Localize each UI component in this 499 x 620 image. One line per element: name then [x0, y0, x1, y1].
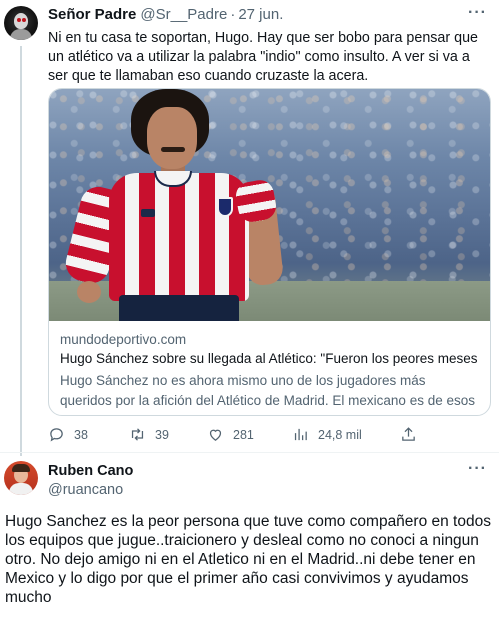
tweet-divider: [0, 452, 499, 453]
avatar-hair: [12, 464, 30, 472]
avatar[interactable]: [4, 6, 38, 40]
player-hand: [77, 281, 101, 303]
avatar-eye: [22, 18, 26, 22]
thread-line: [20, 46, 22, 456]
share-icon: [402, 427, 415, 441]
user-handle[interactable]: @Sr__Padre: [140, 6, 227, 23]
tweet-text: Hugo Sanchez es la peor persona que tuve…: [5, 513, 491, 606]
card-description: Hugo Sánchez no es ahora mismo uno de lo…: [60, 373, 475, 415]
tweet-header: Señor Padre @Sr__Padre · 27 jun.: [48, 6, 283, 23]
player-head: [147, 107, 197, 169]
player-photo: [49, 89, 490, 321]
avatar-body: [9, 483, 33, 495]
like-button[interactable]: 281: [207, 426, 254, 443]
more-icon[interactable]: ···: [468, 460, 487, 478]
card-image: [49, 89, 490, 321]
retweet-icon: [131, 428, 144, 441]
avatar-eye: [17, 18, 21, 22]
more-icon[interactable]: ···: [468, 4, 487, 22]
share-button[interactable]: [400, 426, 426, 443]
avatar-body: [10, 29, 32, 40]
tweet-quoted-reply[interactable]: Señor Padre @Sr__Padre · 27 jun. ··· Ni …: [0, 0, 499, 456]
reply-button[interactable]: 38: [48, 426, 88, 443]
striped-shirt: [109, 173, 249, 301]
view-count: 24,8 mil: [318, 427, 362, 442]
user-handle[interactable]: @ruancano: [48, 482, 133, 499]
avatar[interactable]: [4, 461, 38, 495]
retweet-count: 39: [155, 427, 169, 442]
club-crest-icon: [217, 197, 233, 217]
link-card[interactable]: mundodeportivo.com Hugo Sánchez sobre su…: [48, 88, 491, 416]
tweet-header: Ruben Cano @ruancano: [48, 463, 133, 499]
card-body: mundodeportivo.com Hugo Sánchez sobre su…: [49, 321, 490, 415]
views-icon: [294, 428, 307, 441]
separator: ·: [230, 6, 236, 23]
player-mustache: [161, 147, 185, 152]
tweet-date[interactable]: 27 jun.: [238, 6, 283, 23]
tweet-text: Ni en tu casa te soportan, Hugo. Hay que…: [48, 30, 478, 84]
display-name[interactable]: Señor Padre: [48, 6, 136, 23]
kit-logo-icon: [141, 209, 155, 217]
views-button[interactable]: 24,8 mil: [292, 426, 362, 443]
like-count: 281: [233, 427, 254, 442]
player-shorts: [119, 295, 239, 321]
display-name[interactable]: Ruben Cano: [48, 463, 133, 480]
avatar-face: [14, 13, 28, 29]
tweet-actions: 38 39 281 24,8 mil: [48, 426, 468, 446]
reply-count: 38: [74, 427, 88, 442]
card-title: Hugo Sánchez sobre su llegada al Atlétic…: [60, 351, 479, 366]
heart-icon: [209, 429, 222, 441]
card-domain: mundodeportivo.com: [60, 332, 187, 347]
reply-icon: [50, 428, 63, 442]
retweet-button[interactable]: 39: [129, 426, 169, 443]
